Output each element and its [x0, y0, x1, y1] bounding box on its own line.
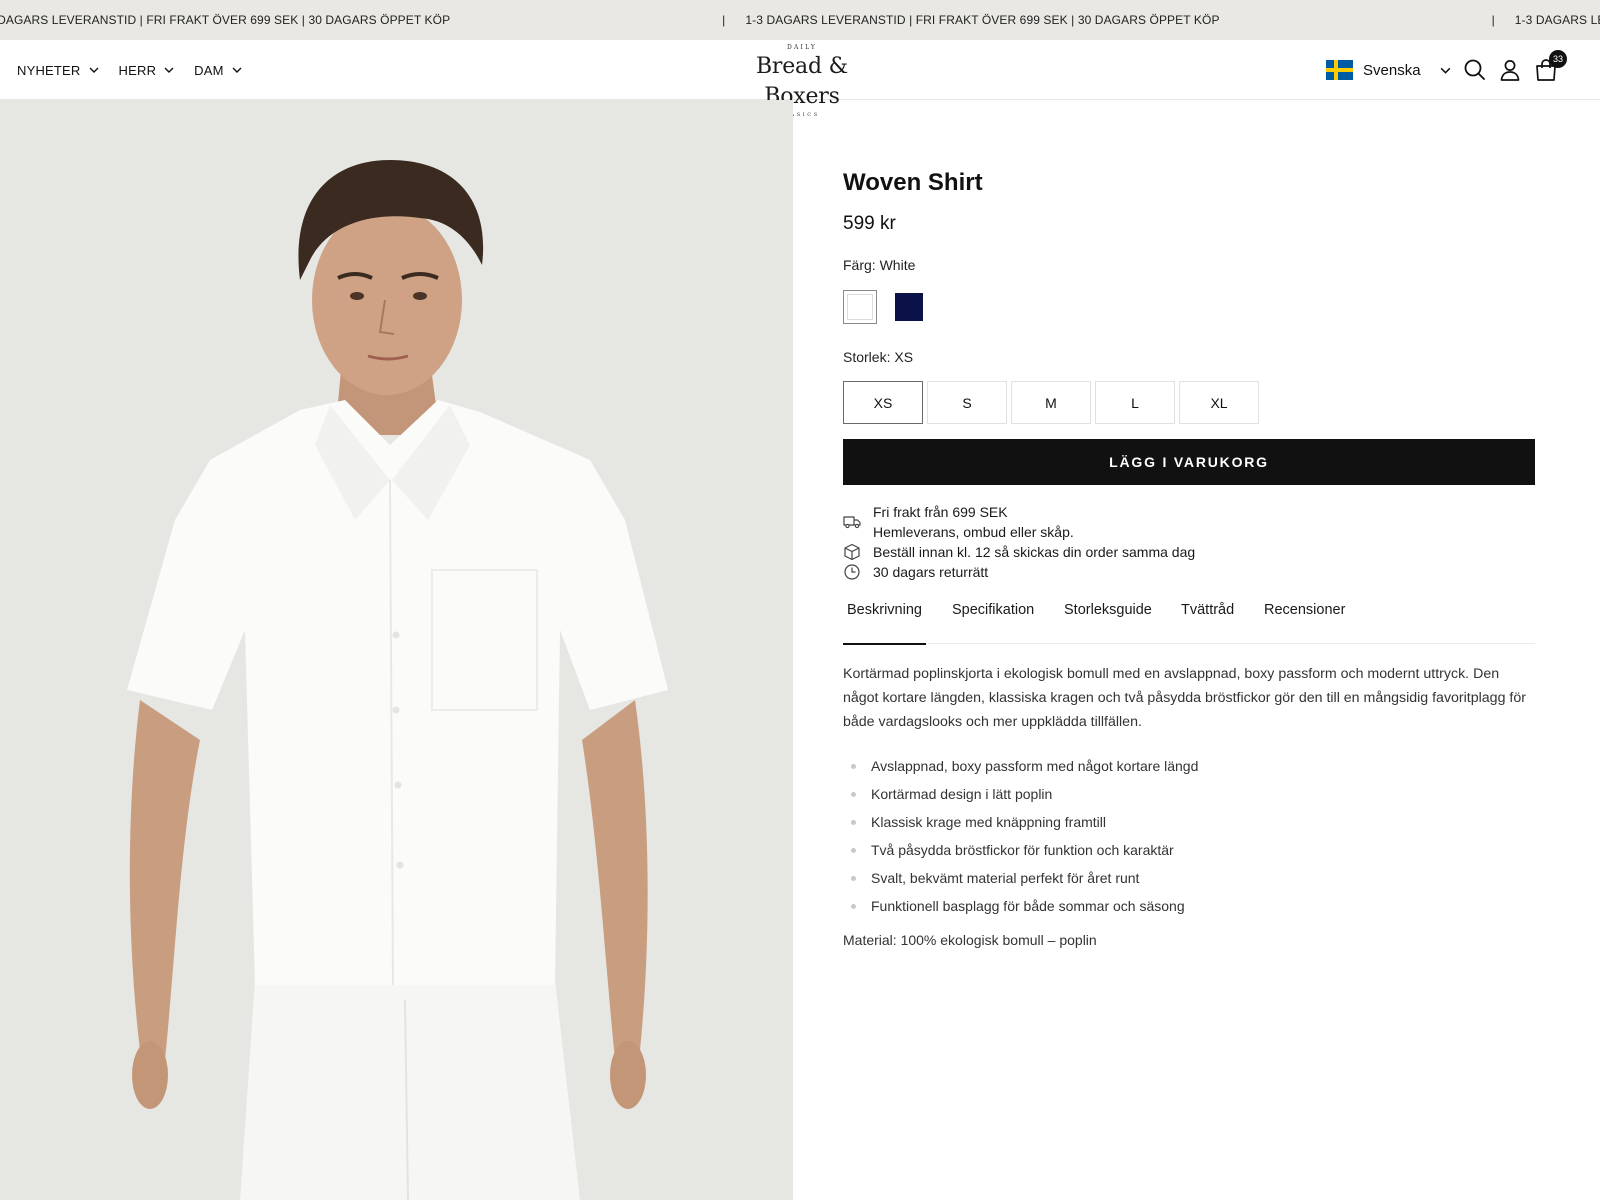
tab-tvattrad[interactable]: Tvättråd — [1181, 602, 1234, 644]
model-photo — [0, 100, 793, 1200]
main-nav: NYHETER HERR DAM — [17, 40, 262, 100]
nav-item-label: HERR — [118, 62, 157, 78]
size-option-m[interactable]: M — [1011, 381, 1091, 424]
product-image[interactable] — [0, 100, 793, 1200]
color-swatch-white[interactable] — [843, 290, 877, 324]
tab-specifikation[interactable]: Specifikation — [952, 602, 1034, 644]
size-option-s[interactable]: S — [927, 381, 1007, 424]
announcement-separator: | — [1491, 13, 1495, 27]
feature-text: Klassisk krage med knäppning framtill — [871, 814, 1106, 830]
announcement-bar: 1-3 DAGARS LEVERANSTID | FRI FRAKT ÖVER … — [0, 0, 1600, 40]
size-option-l[interactable]: L — [1095, 381, 1175, 424]
nav-item-dam[interactable]: DAM — [194, 63, 243, 78]
feature-list: Avslappnad, boxy passform med något kort… — [843, 752, 1535, 920]
list-item: Svalt, bekvämt material perfekt för året… — [843, 864, 1535, 892]
list-item: Funktionell basplagg för både sommar och… — [843, 892, 1535, 920]
feature-text: Två påsydda bröstfickor för funktion och… — [871, 842, 1174, 858]
feature-text: Funktionell basplagg för både sommar och… — [871, 898, 1185, 914]
nav-item-herr[interactable]: HERR — [119, 63, 176, 78]
brand-logo[interactable]: DAILY Bread & Boxers BASICS — [722, 44, 882, 118]
cart-button[interactable]: 33 — [1533, 50, 1567, 83]
size-label: Storlek: — [843, 349, 891, 365]
perk-text: Beställ innan kl. 12 så skickas din orde… — [873, 544, 1196, 560]
size-value: XS — [894, 349, 914, 365]
chevron-down-icon — [164, 67, 174, 73]
chevron-down-icon — [89, 67, 99, 73]
language-selector[interactable]: Svenska — [1326, 40, 1456, 100]
announcement-message: 1-3 DAGARS LEVERANSTID | FRI FRAKT ÖVER … — [1514, 13, 1600, 27]
announcement-track: 1-3 DAGARS LEVERANSTID | FRI FRAKT ÖVER … — [0, 0, 1600, 40]
bullet-dot — [851, 820, 856, 825]
tab-label: Tvättråd — [1181, 602, 1235, 618]
tab-label: Specifikation — [952, 602, 1035, 618]
color-swatch-navy[interactable] — [895, 293, 923, 321]
nav-item-label: DAM — [194, 62, 224, 78]
box-icon — [844, 543, 860, 561]
feature-text: Avslappnad, boxy passform med något kort… — [871, 758, 1199, 774]
tab-label: Storleksguide — [1064, 602, 1152, 618]
chevron-down-icon — [232, 67, 242, 73]
perk-line: Fri frakt från 699 SEK — [873, 504, 1008, 520]
language-label: Svenska — [1363, 61, 1421, 79]
feature-text: Kortärmad design i lätt poplin — [871, 786, 1053, 802]
account-button[interactable] — [1497, 57, 1523, 83]
product-tabs: Beskrivning Specifikation Storleksguide … — [843, 602, 1535, 645]
list-item: Två påsydda bröstfickor för funktion och… — [843, 836, 1535, 864]
tab-beskrivning[interactable]: Beskrivning — [843, 602, 926, 645]
perk-text: Fri frakt från 699 SEK Hemleverans, ombu… — [873, 502, 1074, 542]
bullet-dot — [851, 904, 856, 909]
nav-item-nyheter[interactable]: NYHETER — [17, 63, 100, 78]
size-selection-label: Storlek: XS — [843, 349, 913, 365]
bullet-dot — [851, 876, 856, 881]
active-tab-indicator — [843, 643, 926, 645]
color-value: White — [879, 257, 916, 273]
logo-top-text: DAILY — [786, 44, 818, 51]
size-option-xs[interactable]: XS — [843, 381, 923, 424]
product-title: Woven Shirt — [843, 169, 983, 196]
list-item: Avslappnad, boxy passform med något kort… — [843, 752, 1535, 780]
site-header: NYHETER HERR DAM DAILY Bread & Boxers BA… — [0, 40, 1600, 118]
color-selection-label: Färg: White — [843, 257, 915, 273]
material-info: Material: 100% ekologisk bomull – poplin — [843, 932, 1097, 948]
product-description: Kortärmad poplinskjorta i ekologisk bomu… — [843, 666, 1526, 730]
tab-storleksguide[interactable]: Storleksguide — [1064, 602, 1152, 644]
bullet-dot — [851, 764, 856, 769]
feature-text: Svalt, bekvämt material perfekt för året… — [871, 870, 1140, 886]
sweden-flag-icon — [1326, 60, 1353, 80]
announcement-message: 1-3 DAGARS LEVERANSTID | FRI FRAKT ÖVER … — [0, 13, 451, 27]
perk-line: Hemleverans, ombud eller skåp. — [873, 524, 1074, 540]
color-label: Färg: — [843, 257, 876, 273]
perk-text: 30 dagars returrätt — [873, 564, 989, 580]
tab-recensioner[interactable]: Recensioner — [1264, 602, 1345, 644]
account-icon — [1500, 60, 1520, 81]
bullet-dot — [851, 792, 856, 797]
chevron-down-icon — [1440, 67, 1450, 74]
announcement-separator: | — [722, 13, 726, 27]
announcement-message: 1-3 DAGARS LEVERANSTID | FRI FRAKT ÖVER … — [745, 13, 1220, 27]
list-item: Klassisk krage med knäppning framtill — [843, 808, 1535, 836]
tab-label: Recensioner — [1264, 602, 1346, 618]
search-button[interactable] — [1462, 57, 1488, 83]
size-options: XS S M L XL — [843, 381, 1263, 424]
truck-icon — [843, 516, 861, 529]
cart-count-badge: 33 — [1549, 50, 1567, 68]
product-price: 599 kr — [843, 213, 896, 234]
list-item: Kortärmad design i lätt poplin — [843, 780, 1535, 808]
add-to-cart-button[interactable]: LÄGG I VARUKORG — [843, 439, 1535, 485]
bullet-dot — [851, 848, 856, 853]
clock-icon — [844, 564, 860, 580]
size-option-xl[interactable]: XL — [1179, 381, 1259, 424]
search-icon — [1464, 59, 1485, 80]
nav-item-label: NYHETER — [17, 62, 81, 78]
color-swatches — [843, 290, 941, 324]
tab-label: Beskrivning — [847, 602, 922, 618]
